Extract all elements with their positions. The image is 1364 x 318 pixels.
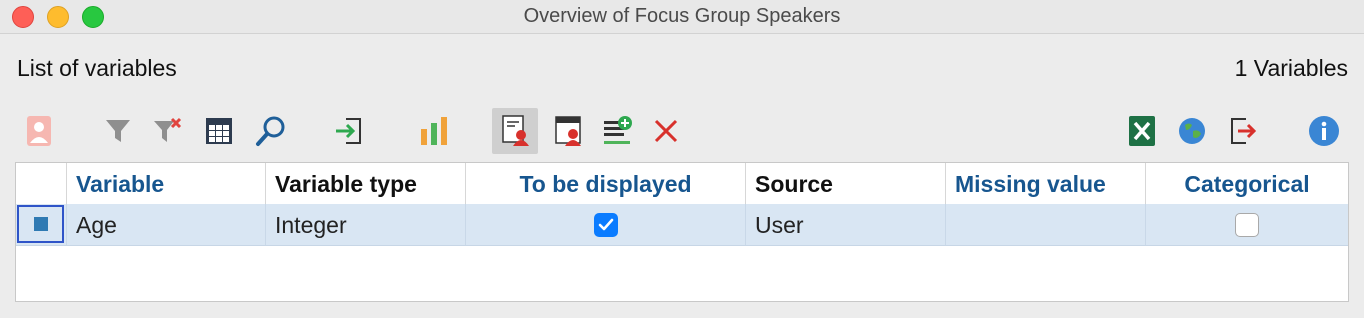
- column-header-to-be-displayed[interactable]: To be displayed: [466, 163, 746, 204]
- cell-categorical: [1146, 204, 1348, 245]
- categorical-checkbox[interactable]: [1235, 212, 1259, 237]
- web-export-button[interactable]: [1169, 108, 1215, 154]
- column-header-categorical[interactable]: Categorical: [1146, 163, 1348, 204]
- variables-table: Variable Variable type To be displayed S…: [15, 162, 1349, 302]
- list-of-variables-button[interactable]: [492, 108, 538, 154]
- filter-button[interactable]: [95, 108, 141, 154]
- cell-variable[interactable]: Age: [67, 204, 266, 245]
- list-heading: List of variables: [17, 55, 177, 81]
- to-be-displayed-checkbox[interactable]: [593, 212, 618, 237]
- clear-filter-button[interactable]: [145, 108, 191, 154]
- info-icon: [1309, 116, 1339, 146]
- speaker-icon: [27, 116, 51, 146]
- cell-source[interactable]: User: [746, 204, 946, 245]
- search-icon: [256, 116, 285, 146]
- window-title: Overview of Focus Group Speakers: [523, 5, 841, 27]
- columns-icon: [206, 118, 232, 144]
- row-selection-marker[interactable]: [17, 205, 64, 243]
- delete-variable-button[interactable]: [643, 108, 689, 154]
- window: Overview of Focus Group Speakers List of…: [0, 0, 1364, 318]
- column-header-variable[interactable]: Variable: [67, 163, 266, 204]
- cell-missing-value[interactable]: [946, 204, 1146, 245]
- info-button[interactable]: [1301, 108, 1347, 154]
- filter-icon: [106, 120, 130, 142]
- column-header-missing-value[interactable]: Missing value: [946, 163, 1146, 204]
- cell-variable-type[interactable]: Integer: [266, 204, 466, 245]
- export-button[interactable]: [1220, 108, 1266, 154]
- clear-filter-icon: [154, 117, 182, 142]
- bar-chart-icon: [421, 117, 447, 145]
- table-row[interactable]: Age Integer User: [16, 204, 1348, 246]
- globe-icon: [1179, 118, 1205, 144]
- column-header-source[interactable]: Source: [746, 163, 946, 204]
- delete-icon: [654, 119, 678, 143]
- column-header-marker[interactable]: [16, 163, 67, 204]
- search-button[interactable]: [248, 108, 294, 154]
- variable-count: 1 Variables: [1234, 55, 1348, 81]
- cell-to-be-displayed: [466, 204, 746, 245]
- data-editor-icon: [555, 116, 581, 146]
- speaker-button[interactable]: [16, 108, 62, 154]
- export-icon: [1231, 118, 1257, 144]
- title-bar: Overview of Focus Group Speakers: [0, 0, 1364, 34]
- data-editor-button[interactable]: [546, 108, 592, 154]
- excel-export-button[interactable]: [1119, 108, 1165, 154]
- checkmark-icon: [598, 218, 613, 230]
- column-header-variable-type[interactable]: Variable type: [266, 163, 466, 204]
- import-button[interactable]: [326, 108, 372, 154]
- row-marker-square-icon: [33, 217, 48, 231]
- bar-chart-button[interactable]: [411, 108, 457, 154]
- excel-icon: [1129, 116, 1155, 146]
- columns-button[interactable]: [196, 108, 242, 154]
- list-of-variables-icon: [502, 115, 529, 146]
- row-marker-cell[interactable]: [16, 204, 67, 245]
- new-variable-button[interactable]: [594, 108, 640, 154]
- new-variable-icon: [604, 116, 632, 144]
- table-header: Variable Variable type To be displayed S…: [16, 163, 1348, 205]
- import-icon: [336, 118, 361, 144]
